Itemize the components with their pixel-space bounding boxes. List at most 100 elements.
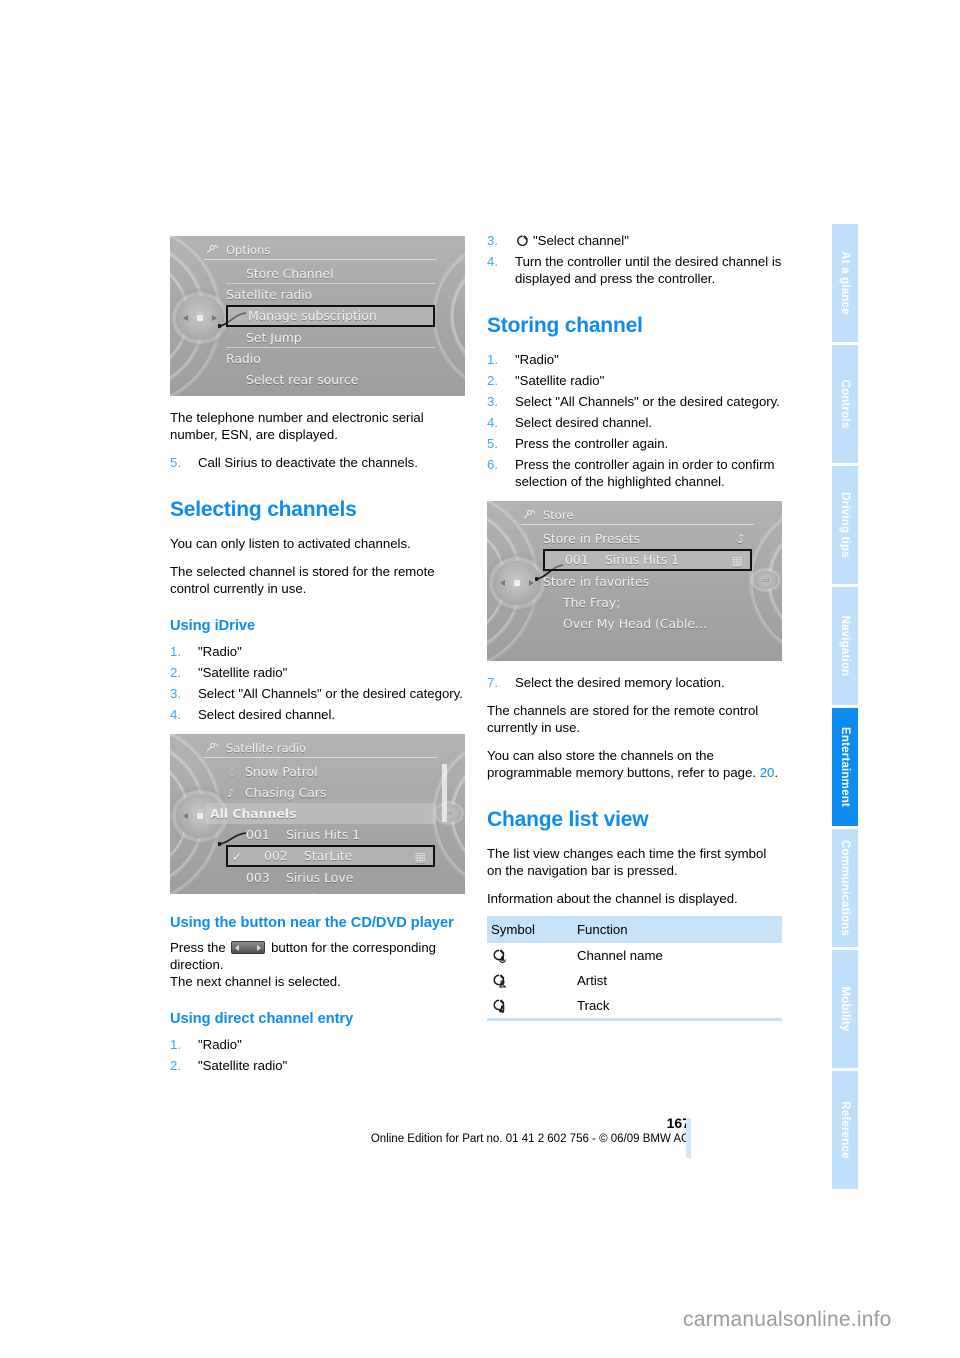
preset-icon: ▦: [414, 849, 426, 864]
step-number: 1.: [170, 643, 181, 659]
step-number: 1.: [170, 1036, 181, 1052]
menu-item-favorite-track[interactable]: Over My Head (Cable... ♪: [543, 532, 752, 634]
step-number: 4.: [487, 415, 498, 430]
sidebar-item-reference[interactable]: Reference: [832, 1071, 858, 1189]
list-item: 3. Select "All Channels" or the desired …: [487, 393, 782, 410]
step-number: 3.: [487, 394, 498, 409]
press-prefix-text: Press the: [170, 940, 226, 955]
menu-header-satellite-radio: Satellite radio: [226, 287, 313, 302]
channel-name: Movin EZ: [286, 891, 343, 894]
track-symbol-icon: [487, 993, 573, 1021]
step-number: 4.: [170, 706, 181, 722]
page-number: 167: [666, 1115, 690, 1131]
channel-number: 001: [246, 826, 270, 842]
list-item-channel-001[interactable]: 001 Sirius Hits 1: [226, 824, 435, 845]
step-number: 4.: [487, 254, 498, 269]
screenshot-title: Satellite radio: [226, 740, 307, 755]
page-footer: 167 Online Edition for Part no. 01 41 2 …: [170, 1115, 690, 1145]
list-item: 3. "Select channel": [487, 232, 782, 249]
scrollbar[interactable]: [442, 763, 447, 822]
list-item: 1. "Radio": [170, 643, 465, 660]
step-number: 1.: [487, 352, 498, 367]
table-cell-function: Channel name: [577, 948, 663, 963]
options-menu: Store Channel Satellite radio Manage sub…: [226, 263, 435, 390]
step-number: 2.: [487, 373, 498, 388]
sidebar-item-communications[interactable]: Communications: [832, 829, 858, 947]
step-text: Select desired channel.: [198, 706, 336, 722]
list-header-all-channels: All Channels: [206, 802, 435, 824]
step-number: 3.: [170, 685, 181, 701]
menu-item-store-channel[interactable]: Store Channel: [226, 263, 435, 284]
preset-number: 001: [565, 552, 589, 567]
step-text: "Satellite radio": [198, 664, 288, 680]
menu-item-set-jump[interactable]: Set Jump: [226, 327, 435, 348]
screenshot-title: Options: [226, 243, 271, 257]
paragraph-information-displayed: Information about the channel is display…: [487, 891, 738, 906]
step-number: 6.: [487, 457, 498, 472]
sidebar-item-at-a-glance[interactable]: At a glance: [832, 224, 858, 342]
list-item: 6. Press the controller again in order t…: [487, 456, 782, 490]
step-text: Turn the controller until the desired ch…: [515, 254, 782, 286]
direct-entry-step-list-continued: 3. "Select channel" 4. Turn the controll…: [487, 232, 782, 287]
sidebar-item-label: Mobility: [839, 986, 851, 1032]
list-item-channel-002-selected[interactable]: ✓ 002 StarLite ▦: [226, 844, 435, 867]
list-item: 2. "Satellite radio": [487, 372, 782, 389]
sidebar-item-controls[interactable]: Controls: [832, 345, 858, 463]
table-row: Artist: [487, 968, 782, 993]
sidebar-item-label: Navigation: [839, 615, 851, 677]
right-column: 3. "Select channel" 4. Turn the controll…: [487, 232, 782, 1021]
sidebar-item-label: Reference: [839, 1101, 851, 1159]
menu-header-store-in-presets: Store in Presets: [543, 531, 641, 546]
table-cell-function: Artist: [577, 973, 608, 988]
satellite-radio-icon: [206, 742, 221, 755]
favorite-label: The Fray;: [563, 595, 621, 610]
list-item: 1. "Radio": [170, 1036, 465, 1053]
step-text: Press the controller again in order to c…: [515, 457, 775, 489]
paragraph-channels-stored: The channels are stored for the remote c…: [487, 703, 759, 735]
sidebar-item-navigation[interactable]: Navigation: [832, 587, 858, 705]
channel-name: Sirius Love: [286, 869, 354, 885]
table-row: Track: [487, 993, 782, 1021]
sidebar-item-label: Entertainment: [839, 727, 851, 807]
paragraph-telephone-number: The telephone number and electronic seri…: [170, 410, 424, 442]
step-number: 2.: [170, 1057, 181, 1073]
edition-notice: Online Edition for Part no. 01 41 2 602 …: [370, 1133, 690, 1145]
screenshot-titlebar: Options: [204, 242, 437, 260]
step-text: Select "All Channels" or the desired cat…: [515, 394, 780, 409]
idrive-screenshot-satellite-radio: Satellite radio ▭ ☃ Snow Patrol ♪ Chasing …: [170, 733, 465, 894]
sidebar-item-driving-tips[interactable]: Driving tips: [832, 466, 858, 584]
list-item-channel-004[interactable]: 004Movin EZ: [226, 888, 435, 894]
display-button-icon: ▭: [437, 803, 461, 822]
heading-using-idrive: Using iDrive: [170, 618, 256, 634]
list-item: 2. "Satellite radio": [170, 1057, 465, 1074]
menu-item-manage-subscription[interactable]: Manage subscription: [226, 305, 435, 327]
sidebar-item-entertainment[interactable]: Entertainment: [832, 708, 858, 826]
storing-step-list-continued: 7. Select the desired memory location.: [487, 674, 782, 691]
column-header-symbol: Symbol: [487, 916, 573, 943]
menu-item-preset-001[interactable]: 001 Sirius Hits 1 ▦: [543, 549, 752, 571]
list-item-track: ♪ Chasing Cars: [226, 782, 435, 803]
sidebar-item-label: At a glance: [839, 251, 851, 315]
check-icon: ✓: [232, 849, 243, 864]
list-item-label: Snow Patrol: [245, 763, 318, 779]
menu-header-store-in-favorites: Store in favorites: [543, 574, 650, 589]
step-number: 3.: [487, 233, 498, 248]
list-item: 4. Select desired channel.: [170, 706, 465, 723]
menu-item-favorite-artist[interactable]: The Fray; ☃: [543, 532, 752, 613]
step-text: Select desired channel.: [515, 415, 653, 430]
menu-item-select-rear-source[interactable]: Select rear source: [226, 369, 435, 390]
page-reference-link[interactable]: 20: [760, 765, 775, 780]
idrive-step-list: 1. "Radio" 2. "Satellite radio" 3. Selec…: [170, 643, 465, 723]
sidebar-item-mobility[interactable]: Mobility: [832, 950, 858, 1068]
channel-number: 004: [246, 888, 286, 894]
screenshot-titlebar: Store: [521, 507, 754, 525]
step-text: Call Sirius to deactivate the channels.: [198, 455, 418, 470]
list-item-channel-003[interactable]: 003 Sirius Love: [226, 867, 435, 888]
watermark: carmanualsonline.info: [683, 1308, 892, 1331]
step-text: "Satellite radio": [515, 373, 605, 388]
list-item: 4. Turn the controller until the desired…: [487, 253, 782, 287]
preset-name: Sirius Hits 1: [605, 552, 679, 567]
step-text: "Radio": [515, 352, 559, 367]
section-navigation-tabs: At a glance Controls Driving tips Naviga…: [832, 224, 858, 1192]
period: .: [774, 765, 779, 780]
